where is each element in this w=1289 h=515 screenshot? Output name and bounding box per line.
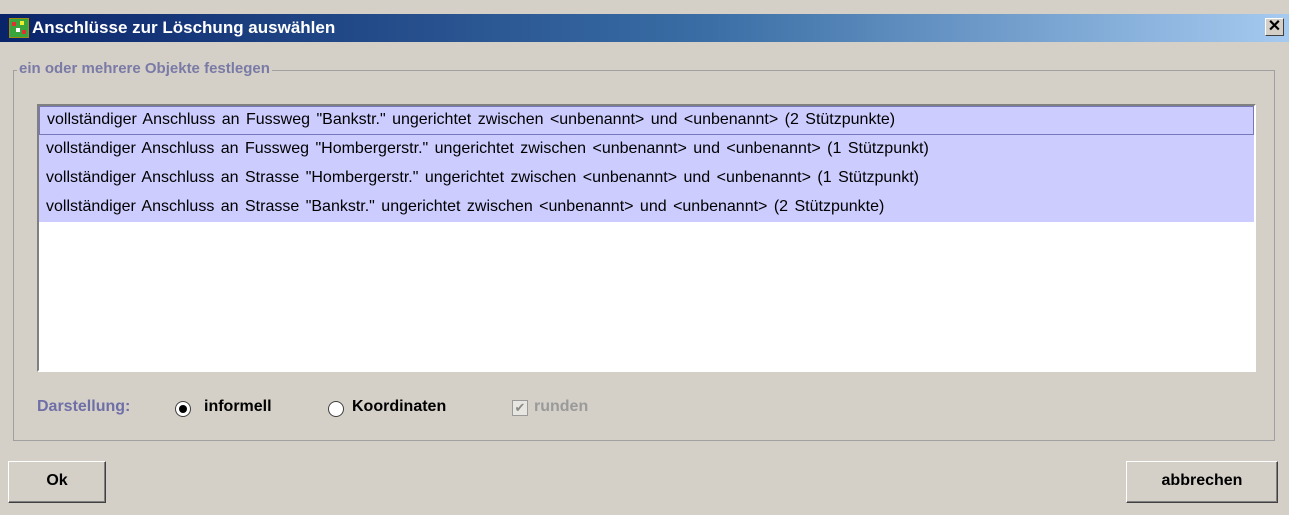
title-bar: Anschlüsse zur Löschung auswählen ✕ [0, 14, 1289, 42]
connection-list[interactable]: vollständiger Anschluss an Fussweg "Bank… [37, 104, 1256, 372]
app-icon [9, 18, 29, 38]
radio-informell-label[interactable]: informell [204, 398, 272, 416]
radio-informell[interactable] [175, 401, 191, 417]
group-legend: ein oder mehrere Objekte festlegen [17, 60, 272, 77]
list-item[interactable]: vollständiger Anschluss an Strasse "Homb… [39, 164, 1254, 193]
list-item[interactable]: vollständiger Anschluss an Strasse "Bank… [39, 193, 1254, 222]
ok-button[interactable]: Ok [8, 461, 106, 503]
display-label: Darstellung: [37, 398, 131, 415]
list-item[interactable]: vollständiger Anschluss an Fussweg "Homb… [39, 135, 1254, 164]
close-icon: ✕ [1267, 18, 1282, 35]
runden-label: runden [534, 398, 589, 415]
list-item[interactable]: vollständiger Anschluss an Fussweg "Bank… [39, 106, 1254, 135]
runden-checkbox[interactable]: ✔ [512, 400, 528, 416]
radio-koordinaten-label[interactable]: Koordinaten [352, 398, 446, 416]
cancel-button[interactable]: abbrechen [1126, 461, 1278, 503]
radio-selected-icon [179, 405, 187, 413]
window-title: Anschlüsse zur Löschung auswählen [32, 18, 336, 37]
close-button[interactable]: ✕ [1265, 18, 1284, 36]
radio-koordinaten[interactable] [328, 401, 344, 417]
checkmark-icon: ✔ [514, 400, 526, 415]
